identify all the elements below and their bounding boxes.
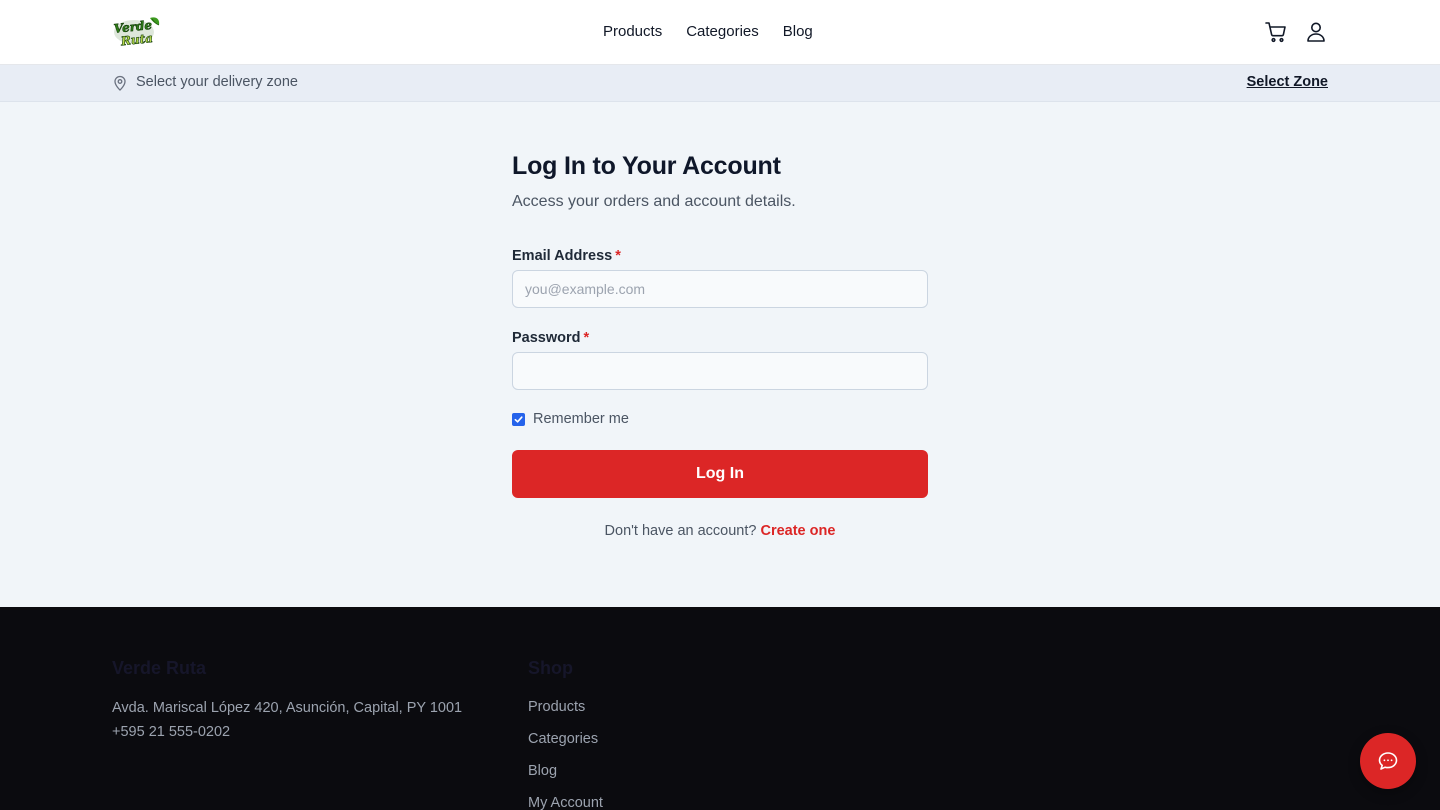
footer-shop-links: Products Categories Blog My Account [528, 698, 603, 810]
svg-text:Ruta: Ruta [119, 31, 153, 48]
required-marker: * [615, 248, 621, 264]
delivery-zone-text: Select your delivery zone [136, 74, 298, 90]
remember-me-label: Remember me [533, 411, 629, 427]
user-icon[interactable] [1304, 20, 1328, 44]
remember-me-checkbox[interactable] [512, 412, 525, 426]
delivery-zone-bar: Select your delivery zone Select Zone [0, 65, 1440, 102]
site-footer: Verde Ruta Avda. Mariscal López 420, Asu… [0, 607, 1440, 810]
main-nav: Products Categories Blog [603, 23, 813, 41]
password-label-text: Password [512, 330, 581, 346]
email-label: Email Address * [512, 247, 621, 265]
location-pin-icon [112, 75, 128, 91]
signup-prompt: Don't have an account? Create one [512, 523, 928, 539]
login-form: Log In to Your Account Access your order… [512, 150, 928, 539]
password-field[interactable] [512, 352, 928, 390]
chat-button[interactable] [1360, 733, 1416, 789]
no-account-text: Don't have an account? [604, 523, 757, 539]
email-field[interactable] [512, 270, 928, 308]
nav-products[interactable]: Products [603, 23, 662, 41]
page-title: Log In to Your Account [512, 152, 781, 180]
cart-icon[interactable] [1264, 20, 1288, 44]
footer-brand: Verde Ruta [112, 658, 207, 678]
nav-blog[interactable]: Blog [783, 23, 813, 41]
select-zone-link[interactable]: Select Zone [1247, 74, 1328, 90]
check-icon [514, 415, 523, 423]
footer-contact: Avda. Mariscal López 420, Asunción, Capi… [112, 696, 462, 744]
email-label-text: Email Address [512, 248, 613, 264]
remember-me[interactable]: Remember me [512, 411, 629, 427]
password-label: Password * [512, 329, 589, 347]
footer-address: Avda. Mariscal López 420, Asunción, Capi… [112, 700, 463, 716]
footer-link-my-account[interactable]: My Account [528, 794, 603, 810]
chat-bubble-icon [1378, 752, 1398, 770]
site-header: Verde Ruta Products Categories Blog [0, 0, 1440, 65]
footer-link-blog[interactable]: Blog [528, 762, 603, 780]
footer-link-categories[interactable]: Categories [528, 730, 603, 748]
footer-phone: +595 21 555-0202 [112, 724, 231, 740]
required-marker: * [583, 330, 590, 346]
footer-shop-title: Shop [528, 658, 573, 678]
create-account-link[interactable]: Create one [760, 523, 835, 539]
footer-link-products[interactable]: Products [528, 698, 603, 716]
login-button[interactable]: Log In [512, 450, 928, 498]
nav-categories[interactable]: Categories [686, 23, 759, 41]
page-subtitle: Access your orders and account details. [512, 193, 796, 210]
brand-logo[interactable]: Verde Ruta [112, 15, 162, 49]
